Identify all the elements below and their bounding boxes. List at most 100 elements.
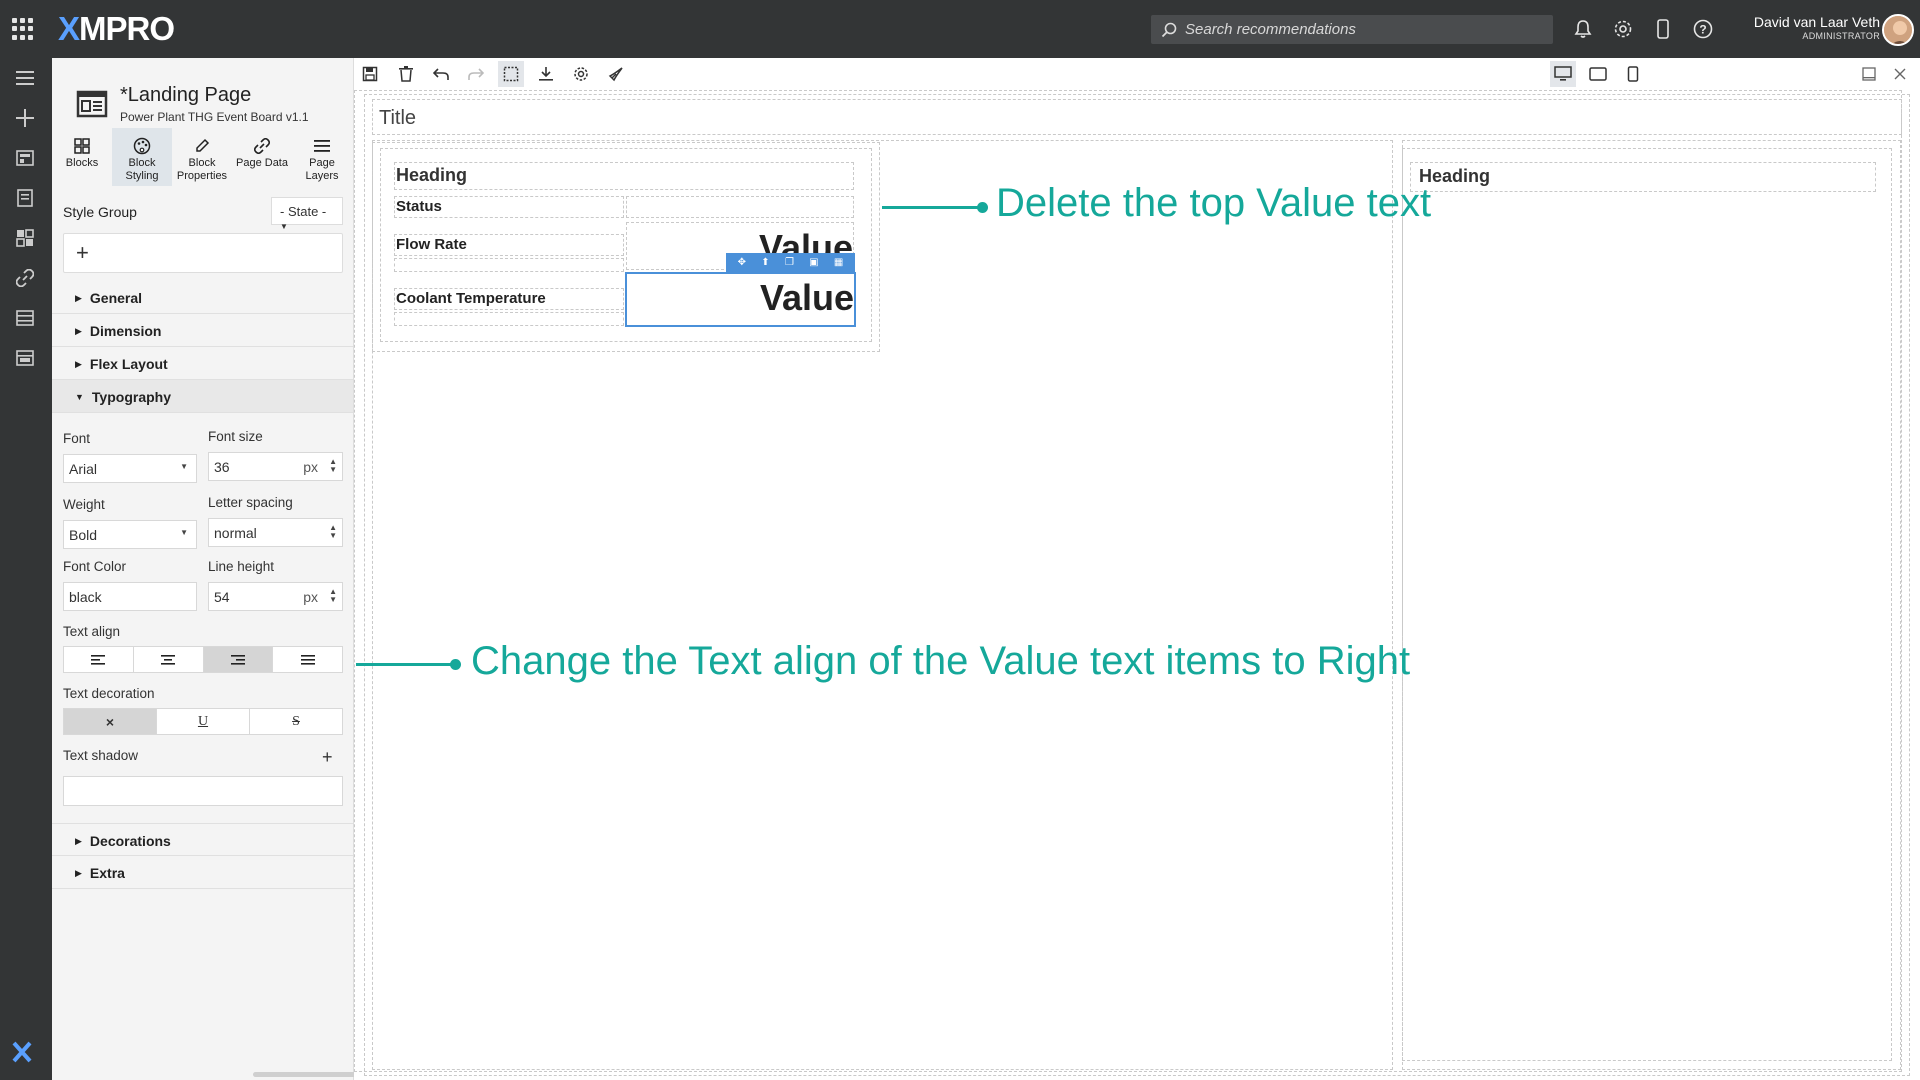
gear-icon[interactable]: [1610, 16, 1636, 42]
link-icon[interactable]: [12, 265, 38, 291]
tab-label: Page Layers: [305, 157, 339, 182]
status-value-cell[interactable]: [626, 196, 854, 218]
status-label-cell[interactable]: Status: [394, 196, 624, 218]
top-bar: XMPRO ? David van Laar Veth ADMINISTRATO…: [0, 0, 1920, 58]
dashboard-icon[interactable]: [12, 145, 38, 171]
coolant-temperature-value[interactable]: Value: [760, 271, 854, 325]
xmpro-logo[interactable]: XMPRO: [58, 10, 175, 48]
rocket-icon[interactable]: [603, 61, 629, 87]
text-decoration-group: × U S: [63, 708, 343, 735]
save-block-icon[interactable]: ▣: [809, 257, 818, 268]
menu-icon[interactable]: [12, 65, 38, 91]
user-info[interactable]: David van Laar Veth ADMINISTRATOR: [1740, 14, 1880, 41]
add-icon[interactable]: [12, 105, 38, 131]
font-color-input[interactable]: black: [63, 582, 197, 611]
trash-icon[interactable]: ▦: [834, 257, 843, 268]
page-icon: [76, 90, 108, 118]
align-left-button[interactable]: [64, 647, 134, 672]
section-decorations[interactable]: ▶ Decorations: [52, 823, 353, 856]
move-icon[interactable]: ✥: [738, 257, 746, 268]
font-size-input[interactable]: 36 px ▲ ▼: [208, 452, 343, 481]
section-general[interactable]: ▶ General: [52, 281, 353, 314]
text-align-group: [63, 646, 343, 673]
coolant-label-cell[interactable]: Coolant Temperature: [394, 288, 624, 310]
settings-icon[interactable]: [568, 61, 594, 87]
tab-label: Blocks: [65, 157, 99, 169]
mobile-view-icon[interactable]: [1620, 61, 1646, 87]
align-left-icon: [91, 654, 106, 665]
section-typography[interactable]: ▼ Typography: [52, 380, 353, 413]
section-extra[interactable]: ▶ Extra: [52, 856, 353, 889]
letter-spacing-select[interactable]: normal ▲ ▼: [208, 518, 343, 547]
chevron-down-icon: ▼: [180, 528, 188, 537]
bell-icon[interactable]: [1570, 16, 1596, 42]
tab-label: Block Styling: [125, 157, 159, 182]
mobile-device-icon[interactable]: [1650, 16, 1676, 42]
apps-grid-icon[interactable]: [12, 18, 34, 40]
help-icon[interactable]: ?: [1690, 16, 1716, 42]
font-size-label: Font size: [208, 429, 263, 444]
chevron-down-icon: ▼: [180, 462, 188, 471]
right-card[interactable]: [1402, 148, 1892, 1061]
desktop-view-icon[interactable]: [1550, 61, 1576, 87]
tab-blocks[interactable]: Blocks: [52, 128, 112, 186]
section-dimension[interactable]: ▶ Dimension: [52, 314, 353, 347]
maximize-icon[interactable]: [1856, 61, 1882, 87]
align-right-button[interactable]: [203, 647, 274, 672]
table-icon[interactable]: [12, 305, 38, 331]
document-icon[interactable]: [12, 185, 38, 211]
line-height-input[interactable]: 54 px ▲ ▼: [208, 582, 343, 611]
left-heading-block[interactable]: Heading: [394, 162, 854, 190]
text-decoration-label: Text decoration: [63, 686, 155, 701]
close-icon[interactable]: [1887, 61, 1913, 87]
font-select[interactable]: Arial ▼: [63, 454, 197, 483]
weight-select[interactable]: Bold ▼: [63, 520, 197, 549]
right-heading-block[interactable]: Heading: [1410, 162, 1876, 192]
select-outline-icon[interactable]: [498, 61, 524, 87]
decoration-none-button[interactable]: ×: [64, 709, 157, 734]
tab-block-styling[interactable]: Block Styling: [112, 128, 172, 186]
flow-rate-label-cell[interactable]: Flow Rate: [394, 234, 624, 256]
redo-icon[interactable]: [463, 61, 489, 87]
coolant-spacer: [394, 312, 624, 326]
align-justify-button[interactable]: [273, 647, 342, 672]
style-group-select[interactable]: - State - ▼: [271, 197, 343, 231]
stepper-icon[interactable]: ▲ ▼: [329, 588, 337, 604]
panel-tabs: Blocks Block Styling Block Properties Pa…: [52, 128, 352, 186]
layout-icon[interactable]: [12, 345, 38, 371]
add-style-group-button[interactable]: +: [63, 233, 343, 273]
align-center-icon: [161, 654, 176, 665]
arrow-up-icon[interactable]: ⬆: [761, 257, 769, 268]
decoration-strikethrough-button[interactable]: S: [250, 709, 342, 734]
search-bar[interactable]: [1151, 15, 1553, 44]
search-input[interactable]: [1185, 21, 1525, 38]
svg-text:?: ?: [1699, 23, 1706, 37]
widgets-icon[interactable]: [12, 225, 38, 251]
search-icon: [1161, 22, 1177, 37]
section-label: Extra: [89, 865, 125, 881]
section-flex-layout[interactable]: ▶ Flex Layout: [52, 347, 353, 380]
download-icon[interactable]: [533, 61, 559, 87]
title-block[interactable]: Title: [372, 99, 1902, 135]
trash-icon[interactable]: [393, 61, 419, 87]
text-shadow-list: [63, 776, 343, 806]
tab-block-properties[interactable]: Block Properties: [172, 128, 232, 186]
stepper-icon[interactable]: ▲ ▼: [329, 458, 337, 474]
coolant-temperature-label: Coolant Temperature: [396, 290, 546, 307]
tab-page-data[interactable]: Page Data: [232, 128, 292, 186]
undo-icon[interactable]: [428, 61, 454, 87]
save-icon[interactable]: [357, 61, 383, 87]
decoration-underline-button[interactable]: U: [157, 709, 250, 734]
annotation-line-middle: [356, 663, 456, 666]
add-text-shadow-button[interactable]: +: [322, 747, 333, 768]
avatar[interactable]: [1882, 14, 1914, 46]
font-value: Arial: [69, 461, 98, 477]
align-center-button[interactable]: [134, 647, 204, 672]
xmpro-mark-icon[interactable]: [12, 1041, 32, 1070]
selected-value-block[interactable]: Value: [625, 272, 856, 327]
block-action-toolbar: ✥ ⬆ ❐ ▣ ▦: [726, 253, 855, 272]
tablet-view-icon[interactable]: [1585, 61, 1611, 87]
tab-page-layers[interactable]: Page Layers: [292, 128, 352, 186]
canvas-title: Title: [379, 107, 417, 129]
copy-icon[interactable]: ❐: [785, 257, 794, 268]
